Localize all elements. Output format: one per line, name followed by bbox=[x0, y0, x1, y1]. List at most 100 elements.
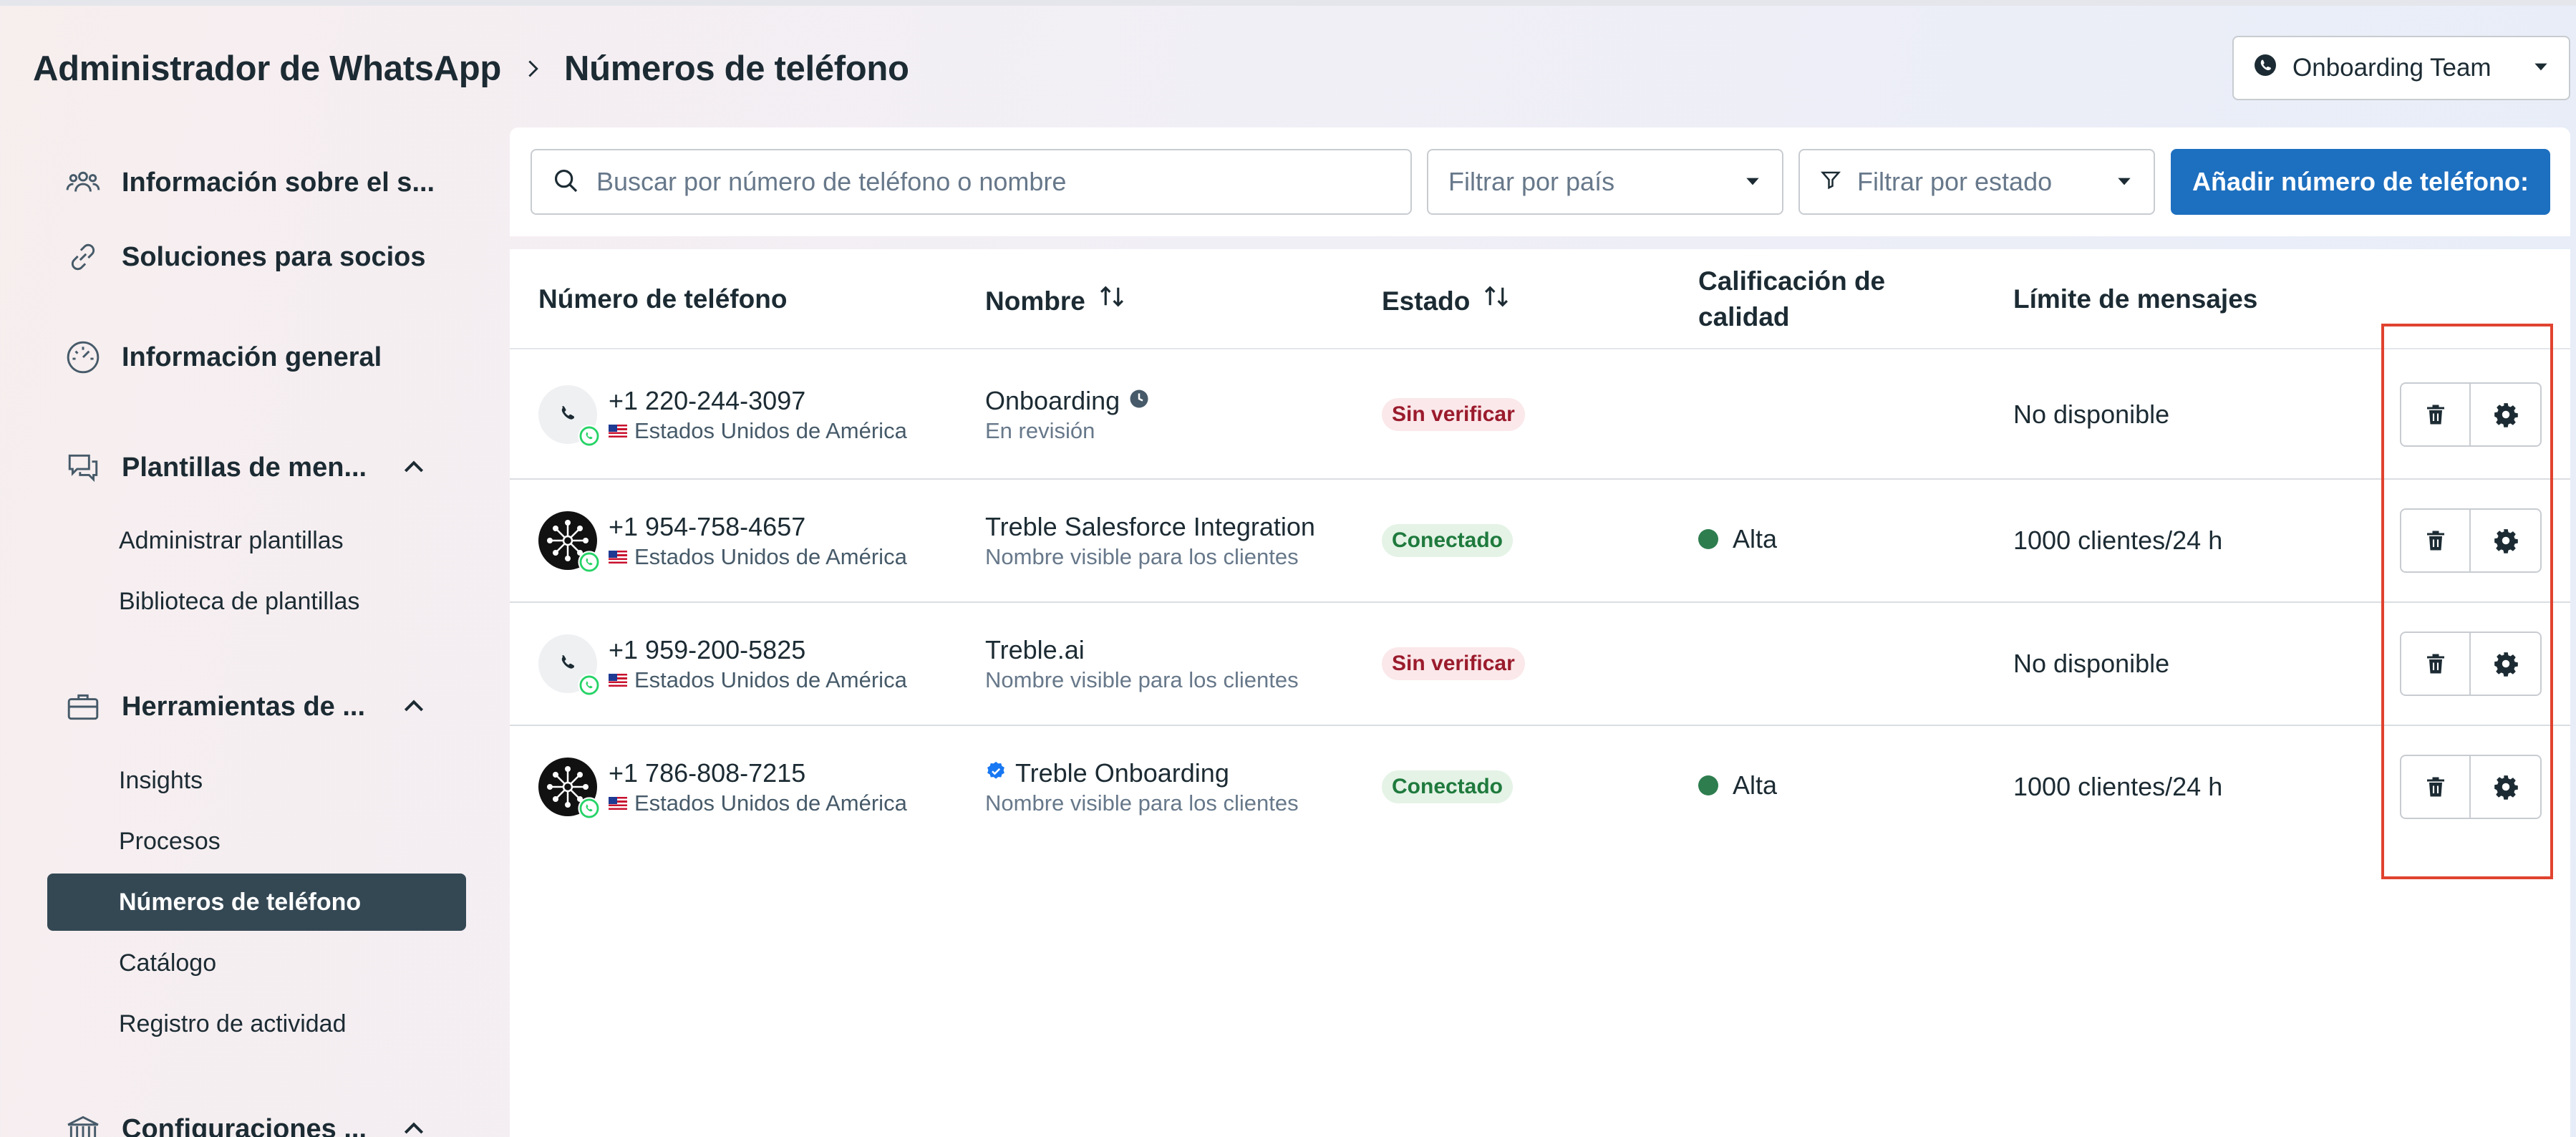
phone-number-cell: +1 959-200-5825 Estados Unidos de Améric… bbox=[609, 634, 907, 695]
quality-label: Alta bbox=[1733, 770, 1778, 800]
sidebar: Información sobre el s... Soluciones par… bbox=[0, 136, 501, 1137]
message-limit: 1000 clientes/24 h bbox=[2013, 526, 2223, 555]
status-badge: Sin verificar bbox=[1382, 647, 1525, 680]
sort-icon[interactable] bbox=[1097, 281, 1127, 321]
quality-rating: Alta bbox=[1698, 524, 1777, 554]
sidebar-item-label: Plantillas de men... bbox=[122, 452, 367, 483]
sidebar-item-label: Configuraciones ... bbox=[122, 1113, 367, 1137]
add-phone-number-button[interactable]: Añadir número de teléfono: bbox=[2171, 149, 2550, 215]
caret-down-icon bbox=[2532, 54, 2550, 82]
account-selector-label: Onboarding Team bbox=[2292, 54, 2492, 82]
column-header-phone: Número de teléfono bbox=[538, 284, 788, 314]
dashboard-icon bbox=[63, 337, 103, 377]
phone-number-cell: +1 220-244-3097 Estados Unidos de Améric… bbox=[609, 385, 907, 445]
status-badge: Conectado bbox=[1382, 524, 1514, 557]
breadcrumb-app-title[interactable]: Administrador de WhatsApp bbox=[33, 49, 501, 89]
sidebar-subitem-registro-actividad[interactable]: Registro de actividad bbox=[119, 1002, 347, 1045]
search-input[interactable]: Buscar por número de teléfono o nombre bbox=[531, 149, 1412, 215]
people-icon bbox=[63, 163, 103, 203]
phone-numbers-table: Número de teléfono Nombre Estado Calific… bbox=[510, 249, 2570, 1137]
sidebar-item-soluciones-socios[interactable]: Soluciones para socios bbox=[63, 232, 425, 282]
briefcase-icon bbox=[63, 687, 103, 727]
phone-country: Estados Unidos de América bbox=[634, 667, 907, 692]
column-header-name[interactable]: Nombre bbox=[985, 281, 1127, 321]
phone-country: Estados Unidos de América bbox=[634, 790, 907, 816]
sidebar-item-label: Información sobre el s... bbox=[122, 167, 435, 198]
whatsapp-icon bbox=[578, 674, 601, 697]
sidebar-item-label: Soluciones para socios bbox=[122, 241, 426, 272]
country-filter-select[interactable]: Filtrar por país bbox=[1427, 149, 1783, 215]
name-subtitle: Nombre visible para los clientes bbox=[985, 667, 1299, 692]
phone-number: +1 959-200-5825 bbox=[609, 635, 806, 664]
phone-number-cell: +1 786-808-7215 Estados Unidos de Améric… bbox=[609, 758, 907, 818]
country-filter-value: Filtrar por país bbox=[1448, 167, 1615, 196]
sort-icon[interactable] bbox=[1481, 281, 1511, 321]
quality-rating: Alta bbox=[1698, 770, 1777, 800]
sidebar-subitem-administrar-plantillas[interactable]: Administrar plantillas bbox=[119, 519, 344, 562]
status-filter-value: Filtrar por estado bbox=[1857, 167, 2053, 196]
column-header-status[interactable]: Estado bbox=[1382, 281, 1511, 321]
caret-down-icon bbox=[1743, 167, 1762, 197]
phone-country: Estados Unidos de América bbox=[634, 544, 907, 569]
display-name: Treble Salesforce Integration bbox=[985, 512, 1315, 541]
quality-dot-icon bbox=[1698, 775, 1718, 795]
chevron-up-icon[interactable] bbox=[400, 1115, 428, 1137]
phone-country: Estados Unidos de América bbox=[634, 418, 907, 443]
network-logo-avatar bbox=[538, 511, 601, 574]
account-selector[interactable]: Onboarding Team bbox=[2232, 36, 2570, 100]
quality-dot-icon bbox=[1698, 529, 1718, 549]
column-header-quality: Calificación de calidad bbox=[1698, 266, 1886, 332]
status-badge: Sin verificar bbox=[1382, 398, 1525, 431]
phone-avatar bbox=[538, 634, 601, 697]
us-flag-icon bbox=[609, 797, 627, 810]
table-row[interactable]: +1 959-200-5825 Estados Unidos de Améric… bbox=[510, 603, 2570, 726]
whatsapp-icon bbox=[578, 797, 601, 820]
name-cell: Onboarding En revisión bbox=[985, 385, 1150, 445]
clock-icon bbox=[1128, 385, 1150, 417]
chevron-up-icon[interactable] bbox=[400, 453, 428, 482]
status-filter-select[interactable]: Filtrar por estado bbox=[1798, 149, 2155, 215]
us-flag-icon bbox=[609, 425, 627, 437]
us-flag-icon bbox=[609, 674, 627, 687]
message-limit: No disponible bbox=[2013, 400, 2170, 429]
table-row[interactable]: +1 786-808-7215 Estados Unidos de Améric… bbox=[510, 726, 2570, 849]
search-icon bbox=[552, 167, 579, 198]
whatsapp-icon bbox=[2252, 52, 2278, 84]
table-header: Número de teléfono Nombre Estado Calific… bbox=[510, 249, 2570, 349]
display-name: Treble Onboarding bbox=[1015, 758, 1229, 788]
name-subtitle: En revisión bbox=[985, 418, 1095, 443]
sidebar-item-label: Información general bbox=[122, 342, 382, 372]
link-icon bbox=[63, 237, 103, 277]
sidebar-item-herramientas[interactable]: Herramientas de ... bbox=[63, 682, 424, 732]
chevron-up-icon[interactable] bbox=[400, 692, 428, 721]
highlight-annotation-box bbox=[2381, 324, 2553, 879]
search-placeholder: Buscar por número de teléfono o nombre bbox=[596, 167, 1067, 196]
network-logo-avatar bbox=[538, 758, 601, 820]
sidebar-subitem-catalogo[interactable]: Catálogo bbox=[119, 942, 216, 984]
us-flag-icon bbox=[609, 551, 627, 563]
name-cell: Treble Onboarding Nombre visible para lo… bbox=[985, 758, 1299, 818]
filter-funnel-icon bbox=[1820, 167, 1841, 197]
message-limit: No disponible bbox=[2013, 649, 2170, 678]
sidebar-item-label: Herramientas de ... bbox=[122, 691, 366, 722]
sidebar-subitem-numeros-telefono[interactable]: Números de teléfono bbox=[47, 874, 466, 931]
phone-avatar bbox=[538, 385, 601, 447]
display-name: Onboarding bbox=[985, 386, 1120, 415]
message-limit: 1000 clientes/24 h bbox=[2013, 772, 2223, 801]
bank-icon bbox=[63, 1109, 103, 1137]
sidebar-item-informacion-socio[interactable]: Información sobre el s... bbox=[63, 158, 435, 208]
name-cell: Treble Salesforce Integration Nombre vis… bbox=[985, 511, 1315, 571]
table-row[interactable]: +1 220-244-3097 Estados Unidos de Améric… bbox=[510, 349, 2570, 480]
column-header-limit: Límite de mensajes bbox=[2013, 284, 2258, 314]
sidebar-subitem-procesos[interactable]: Procesos bbox=[119, 820, 221, 863]
sidebar-subitem-biblioteca-plantillas[interactable]: Biblioteca de plantillas bbox=[119, 580, 359, 623]
name-subtitle: Nombre visible para los clientes bbox=[985, 790, 1299, 816]
sidebar-subitem-insights[interactable]: Insights bbox=[119, 759, 203, 802]
table-row[interactable]: +1 954-758-4657 Estados Unidos de Améric… bbox=[510, 480, 2570, 603]
phone-number: +1 954-758-4657 bbox=[609, 512, 806, 541]
sidebar-item-plantillas[interactable]: Plantillas de men... bbox=[63, 442, 424, 493]
phone-number: +1 220-244-3097 bbox=[609, 386, 806, 415]
sidebar-item-configuraciones[interactable]: Configuraciones ... bbox=[63, 1104, 424, 1137]
chevron-right-icon bbox=[518, 54, 547, 83]
sidebar-item-informacion-general[interactable]: Información general bbox=[63, 332, 382, 382]
